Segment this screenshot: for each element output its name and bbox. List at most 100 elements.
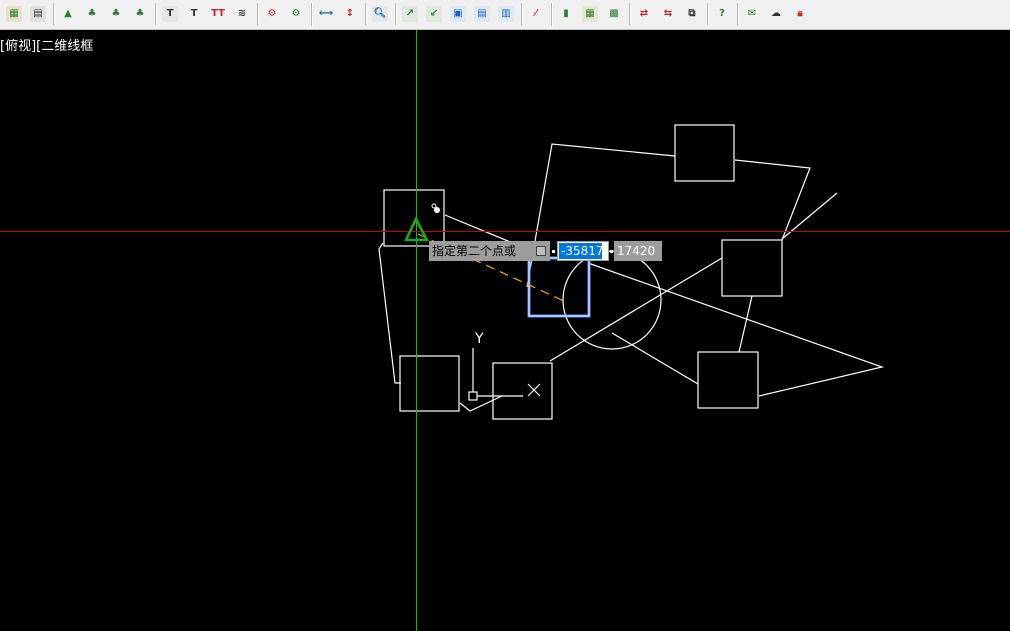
toolbar-separator xyxy=(521,3,523,26)
export-button[interactable]: ↗ xyxy=(400,4,420,24)
line[interactable] xyxy=(738,295,753,353)
selected-rectangle-inner xyxy=(528,257,590,317)
library-button[interactable]: ▦ xyxy=(580,4,600,24)
prompt-options-icon[interactable] xyxy=(536,246,546,256)
grid-icon: ▩ xyxy=(606,6,622,22)
mail-button[interactable]: ✉ xyxy=(742,4,762,24)
ucs-origin-box xyxy=(468,391,478,401)
rectangle[interactable] xyxy=(399,355,460,412)
export-icon: ↗ xyxy=(402,6,418,22)
polyline[interactable] xyxy=(587,262,885,397)
rectangle[interactable] xyxy=(674,124,735,182)
drawing-canvas[interactable]: Y xyxy=(0,30,1010,631)
document-icon: ▤ xyxy=(474,6,490,22)
toolbar-separator xyxy=(257,3,259,26)
cursor-grip-icon xyxy=(431,203,437,209)
document-copy-icon: ▥ xyxy=(498,6,514,22)
toolbar-separator xyxy=(707,3,709,26)
text-red-button[interactable]: TT xyxy=(208,4,228,24)
polyline[interactable] xyxy=(378,242,401,384)
text-format-icon: T xyxy=(186,6,202,22)
toolbar-separator xyxy=(365,3,367,26)
library-icon: ▦ xyxy=(582,6,598,22)
selected-rectangle[interactable] xyxy=(527,256,591,318)
tree-copy-button[interactable]: ♣ xyxy=(106,4,126,24)
zoom-find-icon: 🔍︎ xyxy=(372,6,388,22)
dimension-text-icon: ↕ xyxy=(342,6,358,22)
tree-move-icon: ▲ xyxy=(60,6,76,22)
rectangle[interactable] xyxy=(492,362,553,420)
text-edit-button[interactable]: ≋ xyxy=(232,4,252,24)
rectangle[interactable] xyxy=(721,239,783,297)
x-coordinate-input[interactable]: -35817 xyxy=(557,241,609,261)
hatch-icon: ▦ xyxy=(6,6,22,22)
replace-icon: ⇄ xyxy=(636,6,652,22)
input-separator xyxy=(552,250,555,253)
cloud-icon: ☁ xyxy=(768,6,784,22)
layer-toggle-icon: ⚙ xyxy=(264,6,280,22)
dimension-line-icon: ⟷ xyxy=(318,6,334,22)
document-button[interactable]: ▤ xyxy=(472,4,492,24)
tree-block-icon: ♣ xyxy=(84,6,100,22)
toolbar-separator xyxy=(395,3,397,26)
tree-block-button[interactable]: ♣ xyxy=(82,4,102,24)
grid-button[interactable]: ▩ xyxy=(604,4,624,24)
polyline[interactable] xyxy=(526,143,676,288)
help-button[interactable]: ? xyxy=(712,4,732,24)
image-icon: ▣ xyxy=(450,6,466,22)
toolbar-separator xyxy=(737,3,739,26)
hatch-button[interactable]: ▦ xyxy=(4,4,24,24)
cloud-button[interactable]: ☁ xyxy=(766,4,786,24)
line[interactable] xyxy=(611,332,699,385)
rectangle[interactable] xyxy=(697,351,759,409)
replace-button[interactable]: ⇄ xyxy=(634,4,654,24)
mail-icon: ✉ xyxy=(744,6,760,22)
magic-wand-button[interactable]: ⁄ xyxy=(526,4,546,24)
viewport-label[interactable]: [俯视][二维线框 xyxy=(0,35,93,54)
command-prompt: 指定第二个点或 xyxy=(429,241,550,261)
toolbar-separator xyxy=(53,3,55,26)
polyline[interactable] xyxy=(734,159,811,241)
polyline[interactable] xyxy=(459,395,503,412)
toolbar-separator xyxy=(155,3,157,26)
image-button[interactable]: ▣ xyxy=(448,4,468,24)
command-prompt-text: 指定第二个点或 xyxy=(432,244,517,258)
toolbar-separator xyxy=(311,3,313,26)
table-button[interactable]: ▤ xyxy=(28,4,48,24)
window-icon: ⧉ xyxy=(684,6,700,22)
document-copy-button[interactable]: ▥ xyxy=(496,4,516,24)
rectangle[interactable] xyxy=(383,189,445,247)
line[interactable] xyxy=(549,257,723,362)
book-button[interactable]: ▮ xyxy=(556,4,576,24)
y-coordinate-input[interactable]: 17420 xyxy=(614,241,662,261)
lock-icon: 🔒︎ xyxy=(792,6,808,22)
magic-wand-icon: ⁄ xyxy=(528,6,544,22)
dimension-line-button[interactable]: ⟷ xyxy=(316,4,336,24)
text-format-button[interactable]: T xyxy=(184,4,204,24)
text-red-icon: TT xyxy=(210,6,226,22)
lock-button[interactable]: 🔒︎ xyxy=(790,4,810,24)
layer-toggle-button[interactable]: ⚙ xyxy=(262,4,282,24)
layer-isolate-button[interactable]: ⚙ xyxy=(286,4,306,24)
book-icon: ▮ xyxy=(558,6,574,22)
tree-group-icon: ♣ xyxy=(132,6,148,22)
layer-isolate-icon: ⚙ xyxy=(288,6,304,22)
compare-button[interactable]: ⇆ xyxy=(658,4,678,24)
zoom-find-button[interactable]: 🔍︎ xyxy=(370,4,390,24)
table-icon: ▤ xyxy=(30,6,46,22)
ucs-y-label: Y xyxy=(474,331,484,347)
text-edit-icon: ≋ xyxy=(234,6,250,22)
import-icon: ↙ xyxy=(426,6,442,22)
tree-move-button[interactable]: ▲ xyxy=(58,4,78,24)
import-button[interactable]: ↙ xyxy=(424,4,444,24)
toolbar: ▦ ▤ ▲ ♣ ♣ ♣ T T TT ≋ ⚙ ⚙ ⟷ ↕ 🔍︎ ↗ ↙ ▣ ▤ ▥ ⁄ ▮ ▦ ▩ ⇄ ⇆ ⧉? ✉ ☁ 🔒︎ xyxy=(0,0,1010,30)
circle[interactable] xyxy=(562,250,662,350)
line[interactable] xyxy=(781,192,838,240)
tree-copy-icon: ♣ xyxy=(108,6,124,22)
help-icon: ? xyxy=(714,6,730,22)
window-button[interactable]: ⧉ xyxy=(682,4,702,24)
text-align-button[interactable]: T xyxy=(160,4,180,24)
text-align-icon: T xyxy=(162,6,178,22)
tree-group-button[interactable]: ♣ xyxy=(130,4,150,24)
dimension-text-button[interactable]: ↕ xyxy=(340,4,360,24)
